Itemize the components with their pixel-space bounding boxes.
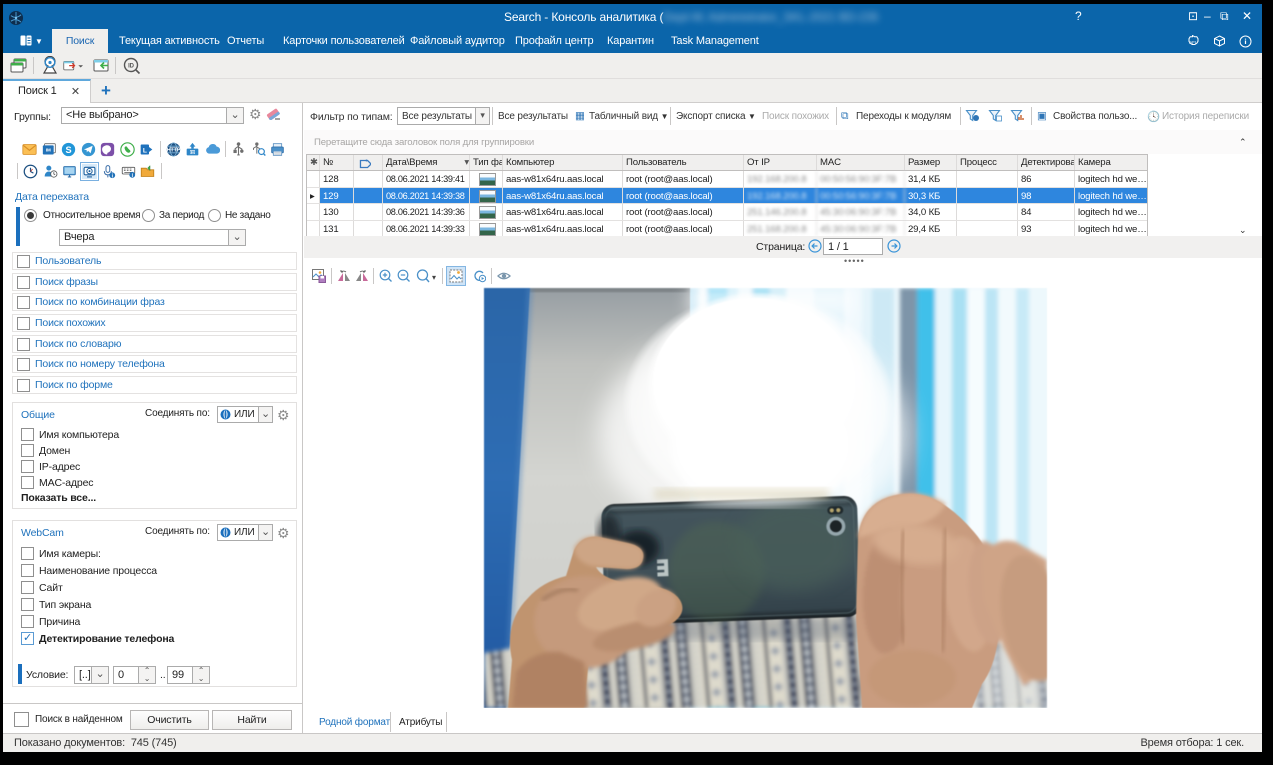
svg-text:ID: ID [128,64,135,70]
svg-text:HTTP: HTTP [166,148,180,154]
svg-text:IM: IM [45,148,50,153]
svg-text:FTP: FTP [190,150,196,154]
svg-text:AFI: AFI [1189,40,1196,45]
svg-text:L: L [143,147,147,154]
svg-text:S: S [66,145,72,155]
